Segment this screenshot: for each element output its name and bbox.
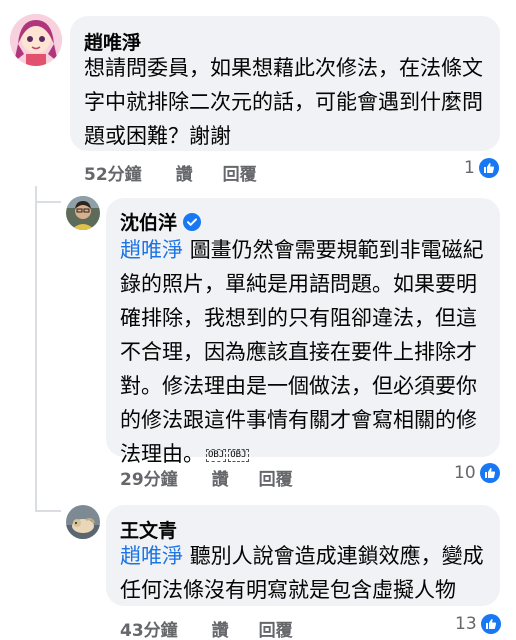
- thread-line-vertical: [35, 186, 37, 512]
- mention-link[interactable]: 趙唯淨: [120, 544, 183, 568]
- thumbs-up-icon: [480, 614, 501, 634]
- comment-text: 趙唯淨 圖畫仍然會需要規範到非電磁紀 錄的照片，單純是用語問題。如果要明 確排除…: [120, 238, 484, 466]
- verified-badge-icon: [183, 212, 202, 231]
- avatar-man-icon: [66, 196, 100, 230]
- comment-text: 趙唯淨 聽別人說會造成連鎖效應，變成 任何法條沒有明寫就是包含虛擬人物: [120, 544, 484, 602]
- object-replacement-mark: OBJ: [206, 448, 227, 462]
- like-button[interactable]: 讚: [212, 465, 229, 490]
- avatar-dog-icon: [66, 505, 100, 539]
- comment-meta: 43分鐘 讚 回覆: [120, 616, 293, 640]
- comment-time[interactable]: 43分鐘: [120, 616, 178, 640]
- comment-text: 想請問委員，如果想藉此次修法，在法條文 字中就排除二次元的話，可能會遇到什麼問 …: [84, 56, 483, 148]
- comment-meta: 29分鐘 讚 回覆: [120, 465, 293, 490]
- reply-button[interactable]: 回覆: [259, 616, 293, 640]
- avatar-anime-girl-icon: [10, 14, 62, 66]
- like-button[interactable]: 讚: [176, 160, 193, 185]
- thumbs-up-icon: [478, 158, 499, 178]
- thread-line-branch-1: [35, 201, 61, 203]
- comment-time[interactable]: 29分鐘: [120, 465, 178, 490]
- object-replacement-mark: OBJ: [228, 448, 249, 462]
- avatar[interactable]: [10, 14, 62, 66]
- reply-button[interactable]: 回覆: [259, 465, 293, 490]
- thread-line-branch-2: [35, 510, 61, 512]
- avatar[interactable]: [66, 505, 100, 539]
- reaction-count[interactable]: 13: [455, 614, 501, 634]
- comment-author[interactable]: 沈伯洋: [120, 208, 202, 235]
- reply-button[interactable]: 回覆: [223, 160, 257, 185]
- comment-time[interactable]: 52分鐘: [84, 160, 142, 185]
- thumbs-up-icon: [479, 463, 500, 483]
- reaction-count[interactable]: 10: [454, 463, 500, 483]
- like-button[interactable]: 讚: [212, 616, 229, 640]
- avatar[interactable]: [66, 196, 100, 230]
- mention-link[interactable]: 趙唯淨: [120, 238, 183, 262]
- comment-meta: 52分鐘 讚 回覆: [84, 160, 257, 185]
- reaction-count[interactable]: 1: [464, 158, 499, 178]
